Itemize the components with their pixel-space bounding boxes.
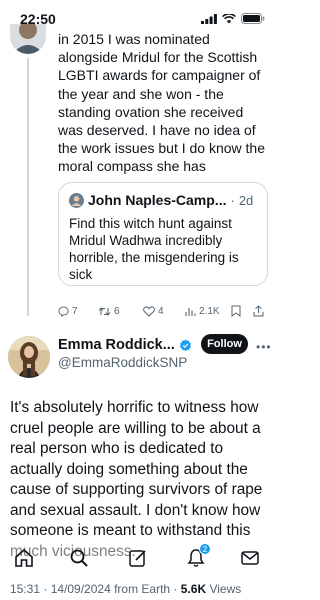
status-icons <box>201 13 265 24</box>
quoted-tweet-date: 2d <box>238 192 254 208</box>
quoted-tweet-header: John Naples-Camp... · 2d <box>69 192 253 208</box>
tweet-views-count: 5.6K <box>180 582 207 596</box>
more-options-icon[interactable]: ••• <box>256 340 272 354</box>
quoted-author-name: John Naples-Camp... <box>88 192 227 208</box>
retweet-icon <box>98 306 111 316</box>
views-icon <box>185 307 196 316</box>
quoted-tweet-card[interactable]: John Naples-Camp... · 2d Find this witch… <box>58 182 268 286</box>
tweet-views-label: Views <box>209 582 242 596</box>
search-icon <box>70 549 88 567</box>
notifications-tab[interactable]: 2 <box>186 543 211 568</box>
verified-badge-icon <box>179 339 191 351</box>
reply-button[interactable]: 7 <box>58 306 98 317</box>
quoted-author-avatar <box>69 192 84 208</box>
tweet-meta: 15:31 · 14/09/2024 from Earth · 5.6K Vie… <box>10 582 241 596</box>
messages-icon <box>241 551 259 565</box>
previous-tweet-avatar[interactable] <box>10 24 46 54</box>
tweet-timestamp: 15:31 · 14/09/2024 from Earth · <box>10 582 181 596</box>
previous-tweet-actions: 7 6 4 2.1K <box>58 304 272 318</box>
home-icon <box>15 548 33 567</box>
like-button[interactable]: 4 <box>143 306 185 317</box>
thread-connector-line <box>27 58 29 316</box>
search-tab[interactable] <box>69 548 89 568</box>
author-name: Emma Roddick... <box>58 337 175 353</box>
heart-icon <box>143 305 155 317</box>
share-button[interactable] <box>253 305 269 317</box>
messages-tab[interactable] <box>240 548 260 568</box>
retweet-button[interactable]: 6 <box>98 306 143 317</box>
bookmark-button[interactable] <box>231 305 253 317</box>
wifi-icon <box>222 13 236 23</box>
quoted-tweet-text: Find this witch hunt against Mridul Wadh… <box>69 216 239 282</box>
reply-count: 7 <box>72 305 78 317</box>
notification-badge: 2 <box>199 543 211 555</box>
compose-tab[interactable] <box>128 548 148 568</box>
views-count: 2.1K <box>199 305 220 317</box>
home-tab[interactable] <box>14 548 34 568</box>
compose-icon <box>129 550 146 567</box>
bookmark-icon <box>231 305 241 317</box>
views-button[interactable]: 2.1K <box>185 306 231 317</box>
author-name-row[interactable]: Emma Roddick... <box>58 337 192 353</box>
battery-icon <box>241 13 265 24</box>
bottom-tab-bar: 2 <box>0 536 277 576</box>
follow-button[interactable]: Follow <box>201 334 248 354</box>
author-avatar[interactable] <box>8 336 50 378</box>
quoted-tweet-separator: · <box>230 192 235 208</box>
retweet-count: 6 <box>114 305 120 317</box>
signal-icon <box>201 13 217 24</box>
share-icon <box>253 305 264 317</box>
like-count: 4 <box>158 305 164 317</box>
previous-tweet-text: in 2015 I was nominated alongside Mridul… <box>58 31 265 175</box>
reply-icon <box>58 306 69 317</box>
author-handle[interactable]: @EmmaRoddickSNP <box>58 355 187 370</box>
